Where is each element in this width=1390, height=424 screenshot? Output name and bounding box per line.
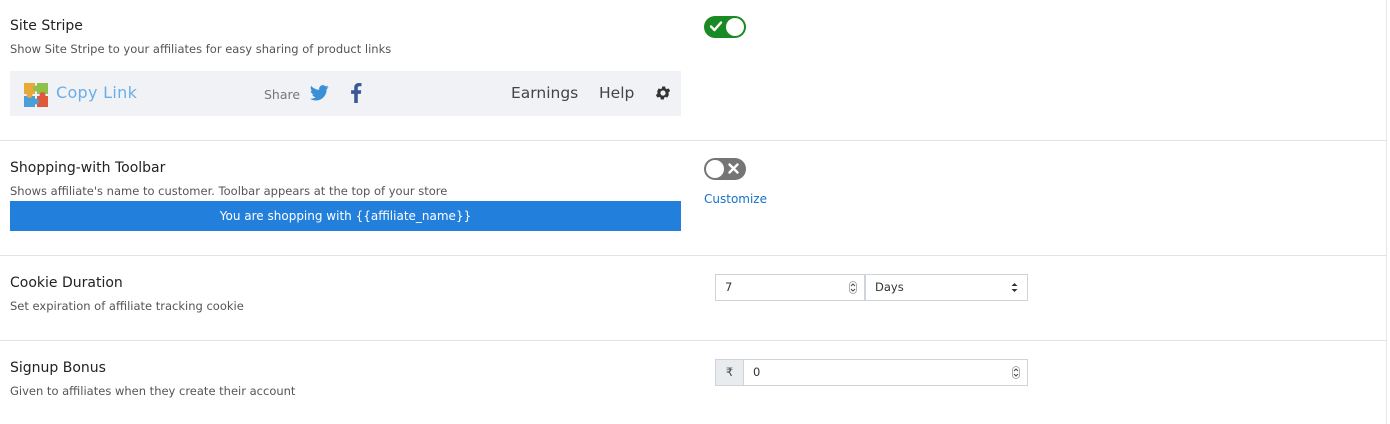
panel-right-border [1386,0,1387,424]
section-divider [0,340,1386,341]
currency-prefix: ₹ [715,359,743,386]
section-divider [0,140,1386,141]
toggle-knob [726,18,744,36]
select-caret-icon [1011,283,1018,292]
copy-link-button[interactable]: Copy Link [56,83,137,102]
signup-bonus-description: Given to affiliates when they create the… [10,384,296,398]
section-divider [0,255,1386,256]
check-icon [709,21,723,32]
close-icon [728,163,739,174]
gear-icon[interactable] [654,84,672,102]
twitter-icon[interactable] [310,85,329,101]
help-link[interactable]: Help [599,84,634,102]
cookie-duration-input[interactable]: 7 [715,274,865,301]
spinner-arrows-icon[interactable] [1012,366,1020,379]
toggle-knob [706,160,724,178]
earnings-link[interactable]: Earnings [511,84,578,102]
shopping-toolbar-title: Shopping-with Toolbar [10,160,166,176]
shopping-toolbar-description: Shows affiliate's name to customer. Tool… [10,184,448,198]
site-stripe-title: Site Stripe [10,18,83,34]
shopping-toolbar-toggle[interactable] [704,158,746,180]
cookie-duration-unit-select[interactable]: Days [865,274,1028,301]
cookie-duration-value: 7 [725,280,733,294]
signup-bonus-title: Signup Bonus [10,360,106,376]
site-stripe-toggle[interactable] [704,16,746,38]
cookie-duration-title: Cookie Duration [10,275,123,291]
spinner-arrows-icon[interactable] [849,281,857,294]
share-label: Share [264,87,301,102]
signup-bonus-input[interactable]: 0 [743,359,1028,386]
signup-bonus-value: 0 [753,365,761,379]
customize-link[interactable]: Customize [704,192,767,206]
facebook-icon[interactable] [350,83,362,103]
site-stripe-description: Show Site Stripe to your affiliates for … [10,42,392,56]
site-stripe-preview: Copy Link Share Earnings Help [10,71,681,116]
shopping-toolbar-preview: You are shopping with {{affiliate_name}} [10,201,681,231]
cookie-duration-unit-value: Days [875,280,904,294]
puzzle-logo-icon [24,83,48,107]
cookie-duration-description: Set expiration of affiliate tracking coo… [10,299,244,313]
